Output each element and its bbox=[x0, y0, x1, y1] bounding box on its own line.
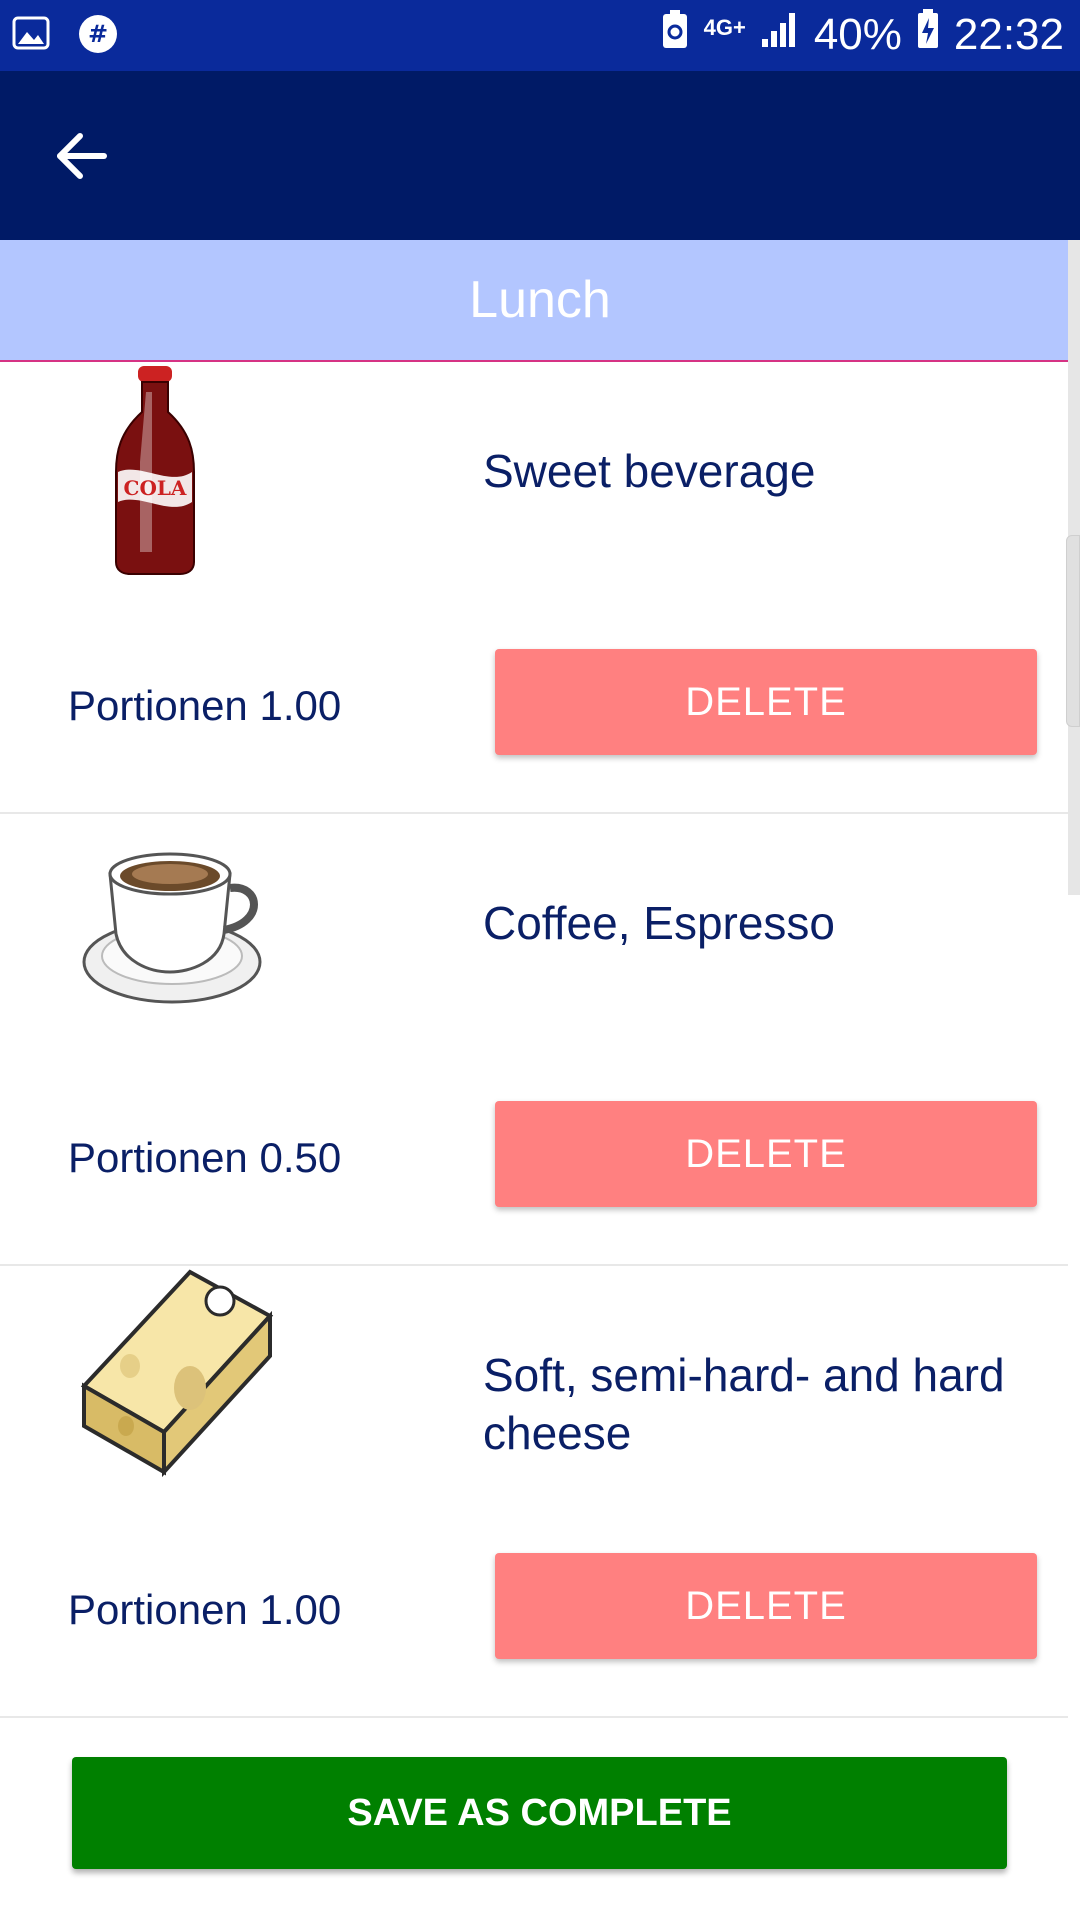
list-item: Coffee, Espresso Portionen 0.50 DELETE bbox=[0, 814, 1068, 1266]
signal-icon bbox=[760, 9, 800, 60]
network-label: 4G+ bbox=[703, 14, 746, 40]
food-name: Coffee, Espresso bbox=[483, 897, 836, 949]
status-bar: # 4G+ 40% 22:32 bbox=[0, 0, 1080, 71]
delete-button[interactable]: DELETE bbox=[495, 1553, 1037, 1659]
portion-count: Portionen 1.00 bbox=[68, 682, 342, 729]
list-item: COLA Sweet beverage Portionen 1.00 DELET… bbox=[0, 362, 1068, 814]
battery-percent: 40% bbox=[813, 9, 902, 59]
list-item: Soft, semi-hard- and hard cheese Portion… bbox=[0, 1266, 1068, 1718]
food-list: COLA Sweet beverage Portionen 1.00 DELET… bbox=[0, 362, 1068, 1718]
delete-button[interactable]: DELETE bbox=[495, 649, 1037, 755]
portion-count: Portionen 1.00 bbox=[68, 1586, 342, 1633]
arrow-back-icon bbox=[57, 133, 107, 179]
food-name: Soft, semi-hard- and hard cheese bbox=[483, 1349, 1005, 1459]
save-as-complete-button[interactable]: SAVE AS COMPLETE bbox=[72, 1757, 1007, 1869]
food-name: Sweet beverage bbox=[483, 445, 816, 497]
cola-bottle-icon: COLA bbox=[80, 362, 280, 582]
meal-title: Lunch bbox=[469, 271, 611, 329]
svg-text:#: # bbox=[88, 20, 108, 48]
coffee-cup-icon bbox=[80, 814, 280, 1034]
clock: 22:32 bbox=[953, 9, 1064, 59]
gallery-icon bbox=[12, 14, 50, 59]
delete-button[interactable]: DELETE bbox=[495, 1101, 1037, 1207]
cheese-icon bbox=[80, 1266, 280, 1486]
battery-icon bbox=[916, 8, 940, 61]
hashtag-icon: # bbox=[78, 14, 118, 59]
portion-count: Portionen 0.50 bbox=[68, 1134, 342, 1181]
scrollbar-thumb[interactable] bbox=[1066, 535, 1080, 727]
battery-saver-icon bbox=[660, 8, 690, 61]
app-bar bbox=[0, 71, 1080, 240]
back-button[interactable] bbox=[52, 126, 112, 186]
meal-header: Lunch bbox=[0, 240, 1080, 362]
svg-text:COLA: COLA bbox=[124, 476, 187, 500]
